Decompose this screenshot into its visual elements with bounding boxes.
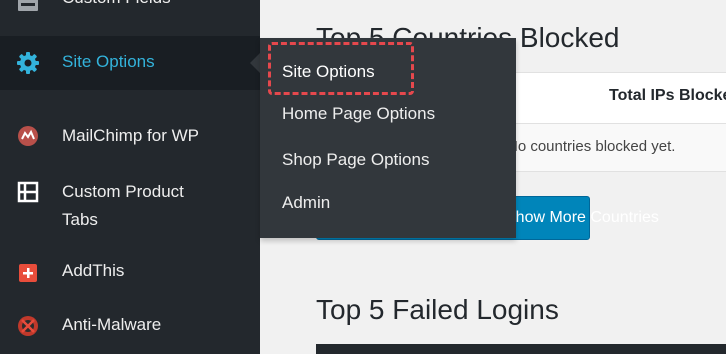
failed-logins-table-header xyxy=(316,344,726,354)
submenu-caret-icon xyxy=(250,53,260,73)
column-title-total-ips: Total IPs Blocked xyxy=(609,87,726,104)
sidebar-item-label: Site Options xyxy=(62,52,155,71)
plus-icon xyxy=(16,261,40,285)
sidebar-item-label: MailChimp for WP xyxy=(62,126,199,145)
sidebar-item-mailchimp[interactable]: MailChimp for WP xyxy=(0,116,260,156)
submenu-item-admin[interactable]: Admin xyxy=(282,193,330,213)
show-more-countries-label: Show More Countries xyxy=(505,209,659,226)
sidebar-item-custom-fields[interactable]: Custom Fields xyxy=(0,0,260,16)
submenu-item-shop-page-options[interactable]: Shop Page Options xyxy=(282,150,429,170)
empty-state-text: No countries blocked yet. xyxy=(507,138,676,155)
sidebar-item-anti-malware[interactable]: Anti-Malware xyxy=(0,310,260,342)
tabs-icon xyxy=(16,180,40,204)
admin-sidebar: Custom Fields Site Options MailChimp for… xyxy=(0,0,260,354)
sidebar-item-label-line2: Tabs xyxy=(62,210,98,229)
custom-fields-icon xyxy=(16,0,40,14)
anti-malware-icon xyxy=(16,314,40,338)
sidebar-item-label: Custom Product Tabs xyxy=(62,178,184,234)
section-title-failed-logins: Top 5 Failed Logins xyxy=(316,294,559,325)
sidebar-item-custom-product-tabs[interactable]: Custom Product Tabs xyxy=(0,178,260,238)
sidebar-item-addthis[interactable]: AddThis xyxy=(0,258,260,288)
site-options-submenu: Site Options Home Page Options Shop Page… xyxy=(260,38,516,238)
sidebar-item-label: Custom Fields xyxy=(62,0,171,8)
sidebar-item-label: Anti-Malware xyxy=(62,315,162,334)
submenu-item-home-page-options[interactable]: Home Page Options xyxy=(282,104,435,124)
sidebar-item-label-line1: Custom Product xyxy=(62,182,184,201)
submenu-item-site-options[interactable]: Site Options xyxy=(282,62,375,82)
mailchimp-icon xyxy=(16,124,40,148)
sidebar-item-label: AddThis xyxy=(62,261,125,280)
sidebar-item-site-options[interactable]: Site Options xyxy=(0,36,260,90)
gear-icon xyxy=(16,51,40,75)
